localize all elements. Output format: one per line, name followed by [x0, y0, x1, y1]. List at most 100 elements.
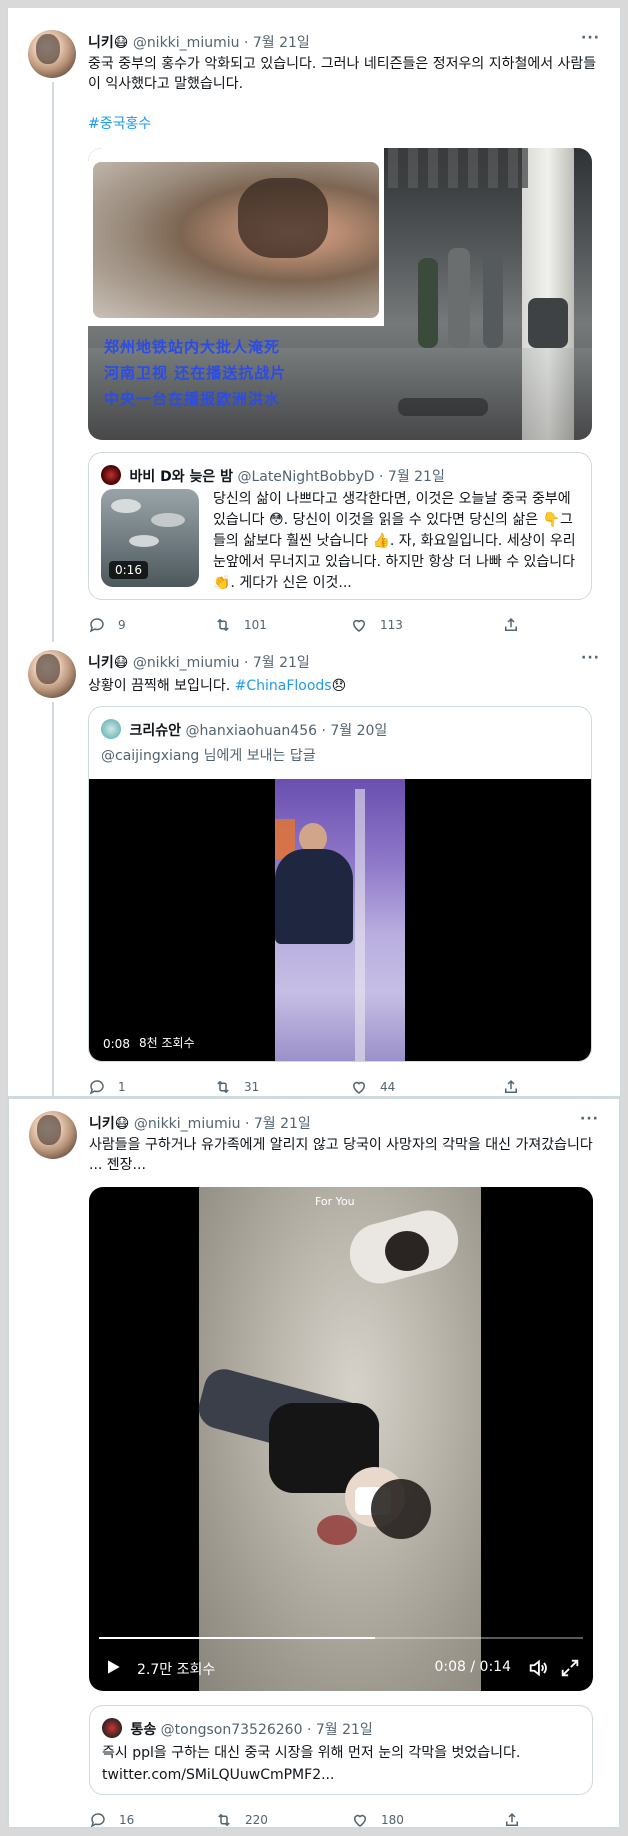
handle[interactable]: @nikki_miumiu: [134, 1116, 241, 1132]
hashtag-link[interactable]: #중국홍수: [88, 114, 600, 134]
timestamp[interactable]: 7월 21일: [253, 655, 310, 671]
avatar[interactable]: [29, 1111, 77, 1159]
share-icon: [505, 617, 517, 631]
quoted-tweet[interactable]: 크리슈안 @hanxiaohuan456 · 7월 20일 @caijingxi…: [88, 706, 592, 1062]
video-time: 0:08 / 0:14: [434, 1659, 512, 1675]
video-views: 2.7만 조회수: [137, 1662, 216, 1678]
image-caption: 郑州地铁站内大批人淹死 河南卫视 还在播送抗战片 中央一台在播报欧洲洪水: [104, 338, 287, 408]
display-name[interactable]: 니키😷: [89, 1116, 129, 1132]
display-name[interactable]: 바비 D와 늦은 밤: [129, 469, 233, 485]
video-frame: [275, 779, 405, 1061]
video-progress-track[interactable]: [99, 1637, 583, 1639]
tweet-1[interactable]: 니키😷 @nikki_miumiu · 7월 21일 ··· 중국 중부의 홍수…: [8, 8, 620, 642]
quote-text: 즉시 ppl을 구하는 대신 중국 시장을 위해 먼저 눈의 각막을 벗었습니다…: [102, 1745, 521, 1783]
timestamp[interactable]: 7월 21일: [316, 1722, 373, 1738]
reply-count: 1: [118, 1080, 126, 1094]
inset-photo: [88, 148, 384, 326]
avatar[interactable]: [28, 30, 76, 78]
avatar[interactable]: [101, 719, 121, 739]
tweet-text: 사람들을 구하거나 유가족에게 알리지 않고 당국이 사망자의 각막을 대신 가…: [89, 1137, 593, 1173]
reply-icon: [90, 1813, 105, 1827]
volume-icon[interactable]: [527, 1657, 549, 1679]
like-button[interactable]: 180: [351, 1811, 404, 1827]
display-name[interactable]: 니키😷: [88, 655, 128, 671]
thread-line: [52, 82, 54, 642]
quote-text: 당신의 삶이 나쁘다고 생각한다면, 이것은 오늘날 중국 중부에 있습니다 😳…: [213, 491, 576, 591]
emoji: 😞: [331, 678, 347, 694]
hashtag-link[interactable]: #ChinaFloods: [235, 678, 332, 694]
avatar[interactable]: [102, 1718, 122, 1738]
quote-video-thumbnail[interactable]: 0:16: [101, 489, 199, 587]
thread-line: [52, 702, 54, 1096]
retweet-icon: [217, 618, 229, 632]
heart-icon: [353, 1814, 367, 1827]
like-count: 113: [380, 618, 403, 632]
tweet-header: 니키😷 @nikki_miumiu · 7월 21일 ···: [89, 1111, 599, 1132]
avatar[interactable]: [101, 465, 121, 485]
tweet-video[interactable]: For You 2.7만 조회수 0:08 / 0:14: [89, 1187, 593, 1691]
tweet-text: 상황이 끔찍해 보입니다. #ChinaFloods😞: [88, 678, 347, 694]
video-progress-fill: [99, 1637, 375, 1639]
timeline-panel-1: 니키😷 @nikki_miumiu · 7월 21일 ··· 중국 중부의 홍수…: [7, 7, 621, 1097]
reply-button[interactable]: 1: [88, 1078, 126, 1096]
more-options-icon[interactable]: ···: [581, 650, 600, 666]
like-button[interactable]: 44: [350, 1078, 395, 1096]
timestamp[interactable]: 7월 21일: [253, 35, 310, 51]
retweet-icon: [218, 1813, 230, 1827]
quote-header: 바비 D와 늦은 밤 @LateNightBobbyD · 7월 21일: [101, 465, 579, 486]
handle[interactable]: @hanxiaohuan456: [185, 723, 317, 739]
like-button[interactable]: 113: [350, 616, 403, 634]
retweet-button[interactable]: 220: [215, 1811, 268, 1827]
handle[interactable]: @nikki_miumiu: [133, 655, 240, 671]
more-options-icon[interactable]: ···: [580, 1111, 599, 1127]
display-name[interactable]: 니키😷: [88, 35, 128, 51]
tweet-actions: 16 220 180: [89, 1811, 529, 1827]
retweet-button[interactable]: 101: [214, 616, 267, 634]
reply-button[interactable]: 16: [89, 1811, 134, 1827]
tweet-image[interactable]: 郑州地铁站内大批人淹死 河南卫视 还在播送抗战片 中央一台在播报欧洲洪水: [88, 148, 592, 440]
tweet-actions: 9 101 113: [88, 616, 528, 636]
tweet-header: 니키😷 @nikki_miumiu · 7월 21일 ···: [88, 30, 600, 51]
video-views: 8천 조회수: [139, 1036, 195, 1050]
heart-icon: [352, 619, 366, 632]
quote-video[interactable]: 0:08 8천 조회수: [89, 779, 591, 1061]
display-name[interactable]: 통송: [130, 1722, 156, 1738]
reply-icon: [89, 1080, 104, 1095]
timestamp[interactable]: 7월 21일: [254, 1116, 311, 1132]
quoted-tweet[interactable]: 통송 @tongson73526260 · 7월 21일 즉시 ppl을 구하는…: [89, 1705, 593, 1795]
play-icon[interactable]: [103, 1657, 123, 1677]
share-icon: [506, 1812, 518, 1826]
retweet-icon: [217, 1080, 229, 1094]
tweet-actions: 1 31 44: [88, 1078, 528, 1096]
video-frame: For You: [194, 1187, 481, 1691]
retweet-button[interactable]: 31: [214, 1078, 259, 1096]
display-name[interactable]: 크리슈안: [129, 723, 181, 739]
heart-icon: [352, 1081, 366, 1094]
retweet-count: 220: [245, 1813, 268, 1827]
reply-button[interactable]: 9: [88, 616, 126, 634]
share-button[interactable]: [502, 616, 520, 634]
retweet-count: 31: [244, 1080, 260, 1094]
fullscreen-icon[interactable]: [559, 1657, 581, 1679]
share-button[interactable]: [503, 1811, 521, 1827]
share-button[interactable]: [502, 1078, 520, 1096]
handle[interactable]: @nikki_miumiu: [133, 35, 240, 51]
quoted-tweet[interactable]: 바비 D와 늦은 밤 @LateNightBobbyD · 7월 21일 0:1…: [88, 452, 592, 600]
reply-icon: [89, 618, 104, 633]
handle[interactable]: @tongson73526260: [161, 1722, 303, 1738]
like-count: 180: [381, 1813, 404, 1827]
handle[interactable]: @LateNightBobbyD: [237, 469, 374, 485]
reply-to-label[interactable]: @caijingxiang 님에게 보내는 답글: [101, 745, 316, 765]
timestamp[interactable]: 7월 21일: [388, 469, 445, 485]
timeline-panel-2: 니키😷 @nikki_miumiu · 7월 21일 ··· 사람들을 구하거나…: [7, 1097, 621, 1829]
tweet-text: 중국 중부의 홍수가 악화되고 있습니다. 그러나 네티즌들은 정저우의 지하철…: [88, 56, 597, 92]
more-options-icon[interactable]: ···: [581, 30, 600, 46]
video-overlay-text: For You: [315, 1195, 355, 1208]
tweet-2[interactable]: 니키😷 @nikki_miumiu · 7월 21일 ··· 상황이 끔찍해 보…: [8, 638, 620, 1096]
timestamp[interactable]: 7월 20일: [330, 723, 387, 739]
tweet-3[interactable]: 니키😷 @nikki_miumiu · 7월 21일 ··· 사람들을 구하거나…: [9, 1099, 619, 1827]
quote-header: 통송 @tongson73526260 · 7월 21일: [102, 1718, 580, 1739]
like-count: 44: [380, 1080, 396, 1094]
avatar[interactable]: [28, 650, 76, 698]
quote-header: 크리슈안 @hanxiaohuan456 · 7월 20일: [101, 719, 579, 740]
